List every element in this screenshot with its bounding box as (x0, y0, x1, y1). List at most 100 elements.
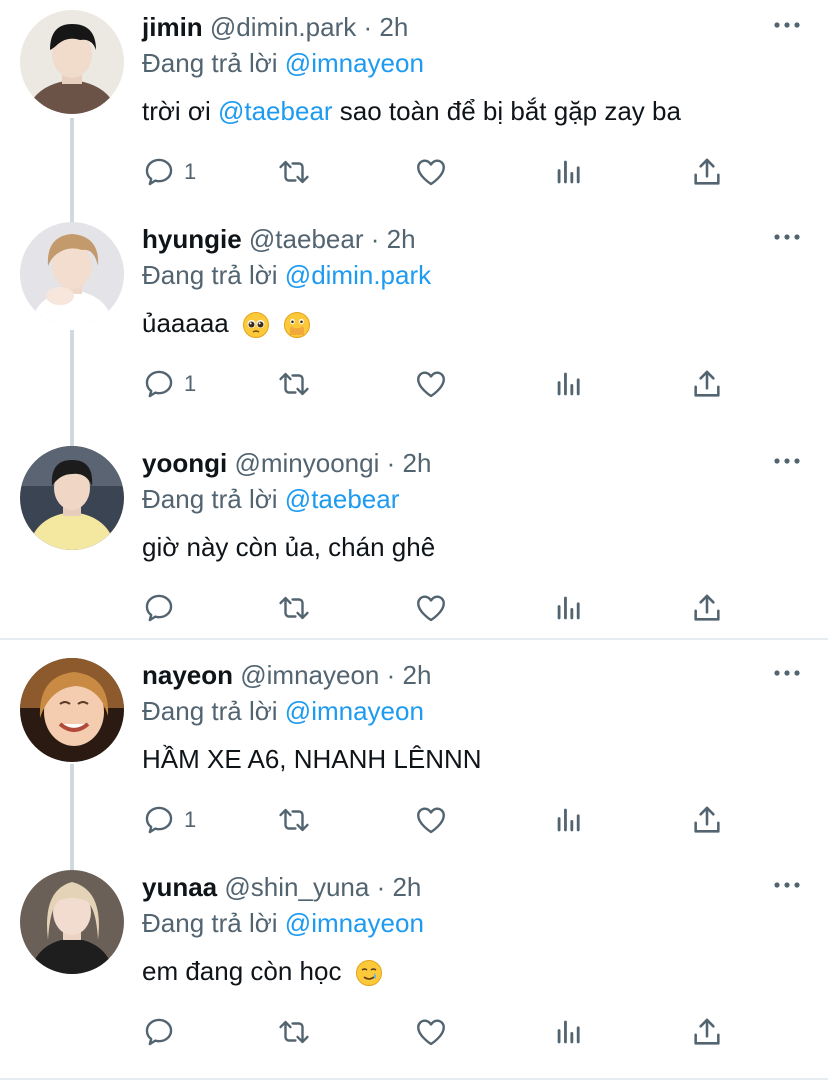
like-icon (417, 1019, 445, 1046)
retweet-icon (279, 372, 309, 396)
timestamp[interactable]: · 2h (377, 872, 422, 902)
avatar[interactable] (20, 658, 124, 762)
retweet-icon (279, 160, 309, 184)
timestamp[interactable]: · 2h (387, 448, 432, 478)
like-button[interactable] (414, 366, 448, 402)
timestamp[interactable]: · 2h (363, 12, 408, 42)
share-button[interactable] (690, 590, 724, 626)
tweet-header: jimin @dimin.park · 2h (142, 10, 408, 44)
share-button[interactable] (690, 1014, 724, 1050)
timestamp[interactable]: · 2h (387, 660, 432, 690)
more-icon[interactable] (772, 870, 802, 900)
tweet-text: HẦM XE A6, NHANH LÊNNN (142, 744, 482, 774)
analytics-button[interactable] (552, 802, 586, 838)
tweet-text: trời ơi @taebear sao toàn để bị bắt gặp … (142, 96, 681, 126)
retweet-button[interactable] (276, 802, 312, 838)
thread-divider (0, 1078, 828, 1080)
tweet-actions (142, 1014, 782, 1050)
reply-button[interactable]: 1 (142, 154, 196, 190)
tweet-actions: 1 (142, 366, 782, 402)
more-icon[interactable] (772, 446, 802, 476)
tweet-actions: 1 (142, 802, 782, 838)
reply-icon (145, 370, 173, 398)
analytics-button[interactable] (552, 154, 586, 190)
analytics-icon (557, 1020, 580, 1044)
share-button[interactable] (690, 802, 724, 838)
reply-icon (145, 594, 173, 622)
handle[interactable]: @minyoongi (234, 448, 379, 478)
tweet[interactable]: yoongi @minyoongi · 2h Đang trả lời @tae… (0, 446, 828, 636)
share-icon (694, 594, 720, 621)
handle[interactable]: @shin_yuna (224, 872, 369, 902)
avatar[interactable] (20, 870, 124, 974)
tweet[interactable]: jimin @dimin.park · 2h Đang trả lời @imn… (0, 10, 828, 210)
tweet-actions: 1 (142, 154, 782, 190)
more-icon[interactable] (772, 658, 802, 688)
share-button[interactable] (690, 154, 724, 190)
tweet-text: giờ này còn ủa, chán ghê (142, 532, 436, 562)
reply-button[interactable] (142, 1014, 184, 1050)
tweet-header: yunaa @shin_yuna · 2h (142, 870, 421, 904)
face-with-hand-over-mouth-emoji (284, 312, 311, 339)
retweet-button[interactable] (276, 366, 312, 402)
tweet-text: ủaaaaa (142, 306, 311, 340)
analytics-button[interactable] (552, 366, 586, 402)
mention-link[interactable]: @dimin.park (285, 260, 431, 290)
display-name[interactable]: yoongi (142, 448, 227, 478)
display-name[interactable]: yunaa (142, 872, 217, 902)
smiling-face-with-tear-emoji (355, 960, 382, 987)
like-icon (417, 807, 445, 834)
retweet-icon (279, 596, 309, 620)
tweet-header: yoongi @minyoongi · 2h (142, 446, 431, 480)
analytics-button[interactable] (552, 1014, 586, 1050)
retweet-icon (279, 808, 309, 832)
avatar[interactable] (20, 446, 124, 550)
retweet-button[interactable] (276, 590, 312, 626)
like-icon (417, 371, 445, 398)
reply-count: 1 (184, 159, 197, 184)
display-name[interactable]: jimin (142, 12, 203, 42)
retweet-button[interactable] (276, 1014, 312, 1050)
pleading-face-emoji (243, 312, 269, 339)
tweet[interactable]: hyungie @taebear · 2h Đang trả lời @dimi… (0, 222, 828, 422)
mention-link[interactable]: @imnayeon (285, 48, 424, 78)
display-name[interactable]: hyungie (142, 224, 242, 254)
share-icon (694, 370, 720, 397)
mention-link[interactable]: @imnayeon (285, 908, 424, 938)
tweet[interactable]: nayeon @imnayeon · 2h Đang trả lời @imna… (0, 658, 828, 858)
more-icon[interactable] (772, 10, 802, 40)
like-button[interactable] (414, 590, 448, 626)
handle[interactable]: @dimin.park (210, 12, 356, 42)
handle[interactable]: @imnayeon (240, 660, 379, 690)
reply-icon (145, 158, 173, 186)
display-name[interactable]: nayeon (142, 660, 233, 690)
share-icon (694, 158, 720, 185)
mention-link[interactable]: @taebear (285, 484, 400, 514)
like-button[interactable] (414, 802, 448, 838)
analytics-button[interactable] (552, 590, 586, 626)
reply-count: 1 (184, 371, 197, 396)
share-button[interactable] (690, 366, 724, 402)
like-button[interactable] (414, 1014, 448, 1050)
avatar[interactable] (20, 222, 124, 326)
reply-button[interactable]: 1 (142, 802, 196, 838)
reply-count: 1 (184, 807, 197, 832)
timestamp[interactable]: · 2h (371, 224, 416, 254)
tweet-actions (142, 590, 782, 626)
replying-to: Đang trả lời @imnayeon (142, 696, 424, 726)
tweet[interactable]: yunaa @shin_yuna · 2h Đang trả lời @imna… (0, 870, 828, 1070)
tweet-text: em đang còn học (142, 954, 383, 988)
retweet-button[interactable] (276, 154, 312, 190)
more-icon[interactable] (772, 222, 802, 252)
reply-button[interactable] (142, 590, 184, 626)
handle[interactable]: @taebear (249, 224, 364, 254)
replying-to: Đang trả lời @imnayeon (142, 48, 424, 78)
replying-to: Đang trả lời @dimin.park (142, 260, 432, 290)
mention-link[interactable]: @taebear (218, 96, 333, 126)
mention-link[interactable]: @imnayeon (285, 696, 424, 726)
reply-button[interactable]: 1 (142, 366, 196, 402)
analytics-icon (557, 372, 580, 396)
like-button[interactable] (414, 154, 448, 190)
avatar[interactable] (20, 10, 124, 114)
like-icon (417, 159, 445, 186)
